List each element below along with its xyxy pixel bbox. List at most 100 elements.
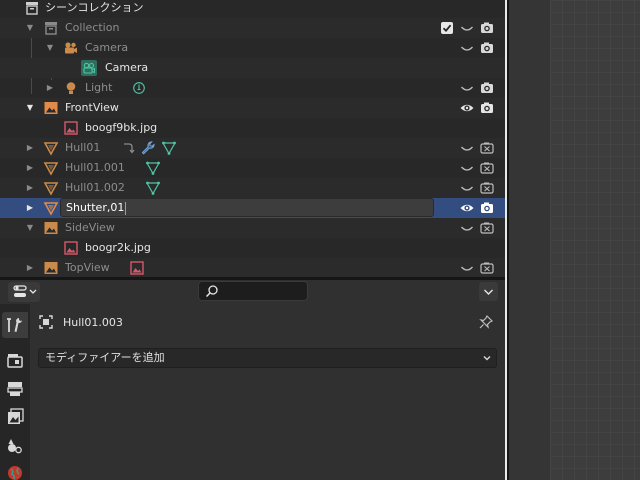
expand-right-icon[interactable]: ▶ [25,182,35,194]
mesh-object-icon [43,180,59,196]
visibility-hidden-icon[interactable] [459,140,475,156]
object-icon [38,314,54,330]
rename-input-value[interactable]: Shutter,01 [66,200,127,215]
expand-right-icon[interactable]: ▶ [45,82,55,94]
outliner-row-hull01-002[interactable]: ▶ Hull01.002 [0,178,505,198]
expand-right-icon[interactable]: ▶ [25,202,35,214]
expand-down-icon[interactable]: ▼ [45,42,55,54]
exclude-checkbox[interactable] [441,22,453,34]
tab-render[interactable] [2,348,28,374]
visibility-hidden-icon[interactable] [459,20,475,36]
viewport-toolbar-strip [509,0,550,480]
render-disabled-icon[interactable] [479,220,495,236]
expand-down-icon[interactable]: ▼ [25,222,35,234]
visibility-hidden-icon[interactable] [459,260,475,276]
properties-header [0,280,505,304]
expand-down-icon[interactable]: ▼ [25,102,35,114]
tab-tool[interactable] [2,312,28,338]
camera-object-icon [63,40,79,56]
outliner-row-label: Hull01.002 [65,181,125,194]
image-data-icon [63,120,79,136]
tab-output[interactable] [2,376,28,402]
outliner-row-light[interactable]: ▶ Light [0,78,505,98]
constraint-link-icon[interactable] [121,140,137,156]
render-camera-icon[interactable] [479,80,495,96]
view-layer-icon [8,408,24,424]
mesh-data-icon[interactable] [145,180,161,196]
modifier-wrench-icon[interactable] [140,140,156,156]
outliner-row-label: TopView [65,261,110,274]
outliner-row-label: Hull01 [65,141,101,154]
expand-right-icon[interactable]: ▶ [25,262,35,274]
image-empty-icon [43,100,59,116]
mesh-object-icon [43,200,59,216]
outliner-row-image-file[interactable]: boogf9bk.jpg [0,118,505,138]
search-icon [205,285,218,298]
render-camera-icon[interactable] [479,200,495,216]
scene-collection-icon [24,0,40,16]
outliner-row-scene-collection[interactable]: シーンコレクション [0,0,505,18]
render-disabled-icon[interactable] [479,260,495,276]
outliner-row-hull01-001[interactable]: ▶ Hull01.001 [0,158,505,178]
outliner-row-collection[interactable]: ▼ Collection [0,18,505,38]
image-data-icon[interactable] [129,260,145,276]
outliner-row-sideview[interactable]: ▼ SideView [0,218,505,238]
visibility-hidden-icon[interactable] [459,180,475,196]
visibility-hidden-icon[interactable] [459,220,475,236]
output-icon [7,382,23,396]
outliner-row-topview[interactable]: ▶ TopView [0,258,505,277]
render-camera-icon[interactable] [479,20,495,36]
visibility-eye-icon[interactable] [459,100,475,116]
visibility-hidden-icon[interactable] [459,160,475,176]
render-disabled-icon[interactable] [479,140,495,156]
chevron-down-icon [484,289,493,295]
tab-world[interactable] [2,460,28,480]
image-data-icon [63,240,79,256]
tab-scene[interactable] [2,432,28,458]
visibility-hidden-icon[interactable] [459,80,475,96]
search-input[interactable] [198,281,308,301]
image-empty-icon [43,260,59,276]
viewport-grid[interactable] [550,0,640,480]
render-disabled-icon[interactable] [479,160,495,176]
outliner-row-image-file[interactable]: boogr2k.jpg [0,238,505,258]
outliner-row-label: SideView [65,221,115,234]
editor-type-dropdown[interactable] [8,282,40,302]
scene-icon [8,439,22,454]
expand-right-icon[interactable]: ▶ [25,142,35,154]
outliner-row-frontview[interactable]: ▼ FrontView [0,98,505,118]
render-icon [7,354,23,368]
object-name-label: Hull01.003 [63,316,123,329]
outliner: シーンコレクション ▼ Collection ▼ Camera Camera ▶… [0,0,505,277]
mesh-object-icon [43,160,59,176]
options-dropdown-button[interactable] [479,282,498,301]
outliner-row-label: Hull01.001 [65,161,125,174]
pin-icon[interactable] [478,314,494,330]
add-modifier-dropdown[interactable]: モディファイアーを追加 [38,348,497,368]
text-caret [125,201,127,215]
mesh-data-icon[interactable] [145,160,161,176]
expand-right-icon[interactable]: ▶ [25,162,35,174]
image-empty-icon [43,220,59,236]
visibility-eye-icon[interactable] [459,200,475,216]
outliner-row-camera-data[interactable]: Camera [0,58,505,78]
mesh-object-icon [43,140,59,156]
render-disabled-icon[interactable] [479,180,495,196]
outliner-row-label: Light [85,81,113,94]
active-area-highlight [505,0,507,480]
outliner-row-label: boogf9bk.jpg [85,121,158,134]
rename-input[interactable]: Shutter,01 [60,198,434,217]
light-object-icon [63,80,79,96]
tool-icon [7,318,22,332]
visibility-hidden-icon[interactable] [459,40,475,56]
expand-down-icon[interactable]: ▼ [25,22,35,34]
tab-view-layer[interactable] [2,404,28,430]
render-camera-icon[interactable] [479,100,495,116]
mesh-data-icon[interactable] [161,140,177,156]
properties-editor-icon [13,285,37,297]
outliner-row-camera-object[interactable]: ▼ Camera [0,38,505,58]
collection-icon [43,20,59,36]
light-data-icon[interactable] [131,80,147,96]
render-camera-icon[interactable] [479,40,495,56]
outliner-row-hull01[interactable]: ▶ Hull01 [0,138,505,158]
